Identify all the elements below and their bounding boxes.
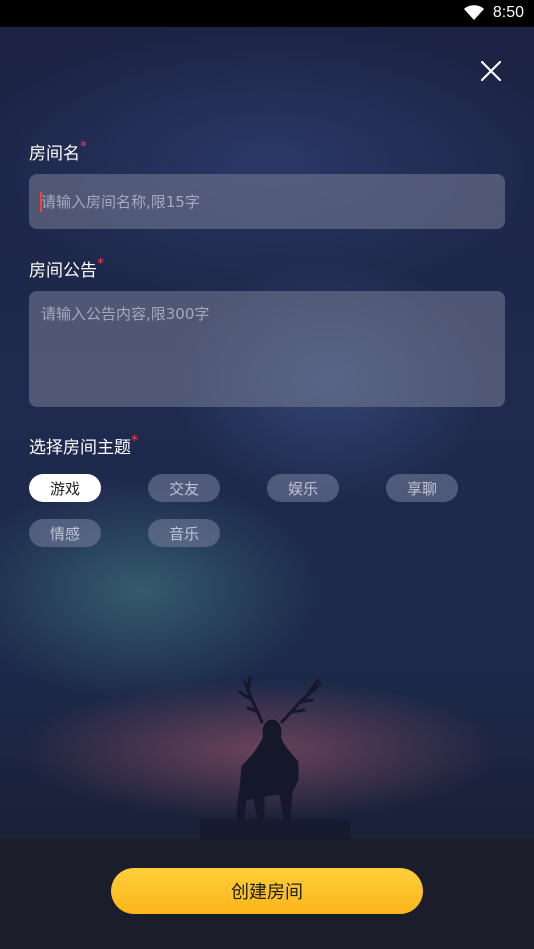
room-notice-label: 房间公告* — [29, 256, 104, 281]
text-caret — [40, 192, 42, 212]
room-notice-label-text: 房间公告 — [29, 261, 97, 281]
status-time: 8:50 — [492, 4, 524, 21]
wifi-icon — [464, 5, 484, 20]
room-name-input[interactable] — [29, 174, 505, 229]
required-mark: * — [131, 433, 138, 449]
close-icon — [480, 60, 502, 82]
create-room-button[interactable]: 创建房间 — [111, 868, 423, 914]
theme-chip-game[interactable]: 游戏 — [29, 474, 101, 502]
close-button[interactable] — [474, 54, 508, 88]
room-name-label-text: 房间名 — [29, 144, 80, 164]
theme-chip-chat[interactable]: 享聊 — [386, 474, 458, 502]
status-bar: 8:50 — [0, 0, 534, 27]
theme-label: 选择房间主题* — [29, 433, 138, 458]
theme-chip-emotion[interactable]: 情感 — [29, 519, 101, 547]
theme-label-text: 选择房间主题 — [29, 438, 131, 458]
required-mark: * — [97, 256, 104, 272]
theme-chip-entertainment[interactable]: 娱乐 — [267, 474, 339, 502]
theme-chip-music[interactable]: 音乐 — [148, 519, 220, 547]
deer-silhouette — [200, 676, 350, 840]
theme-chip-friends[interactable]: 交友 — [148, 474, 220, 502]
room-notice-input[interactable] — [29, 291, 505, 407]
room-name-label: 房间名* — [29, 139, 87, 164]
required-mark: * — [80, 139, 87, 155]
